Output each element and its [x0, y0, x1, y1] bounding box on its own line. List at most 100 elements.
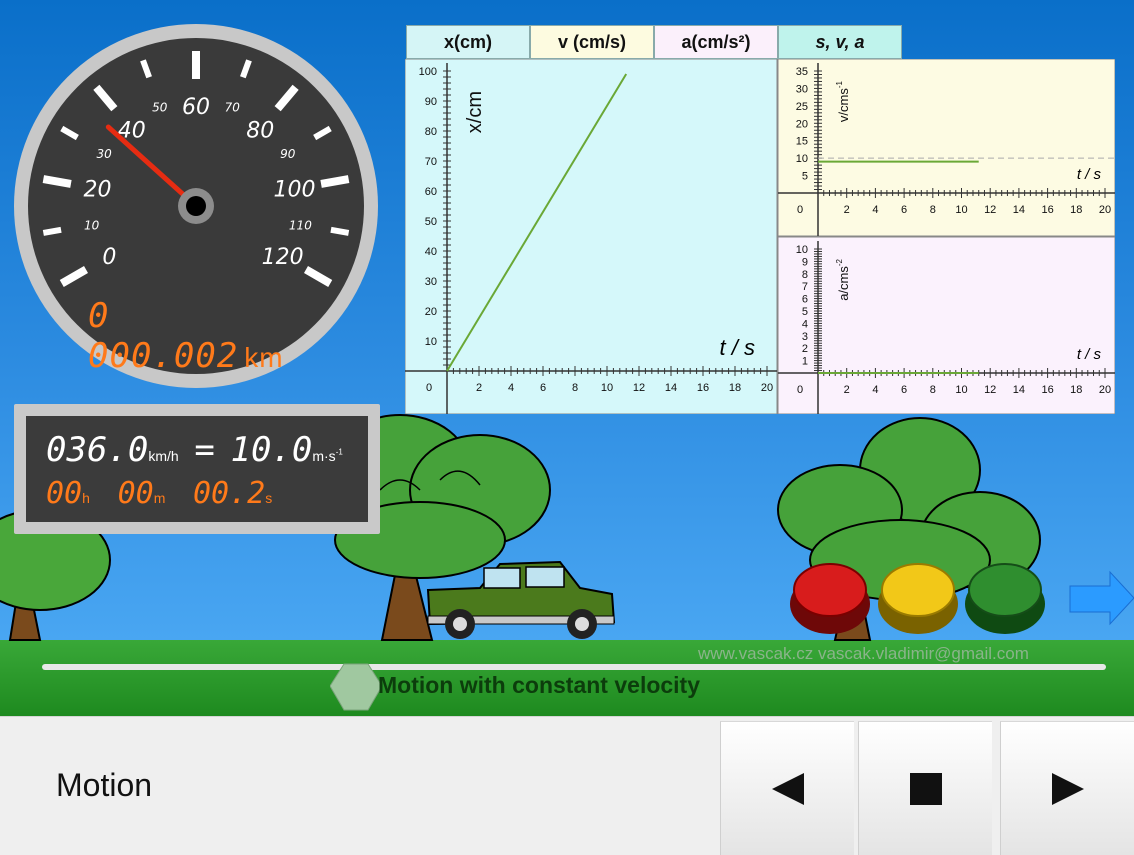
y-tick-label: 8: [802, 269, 808, 281]
speedo-tick: [320, 175, 350, 188]
y-tick-label: 10: [796, 153, 808, 165]
equals-sign: =: [194, 430, 215, 470]
green-button[interactable]: [965, 563, 1045, 634]
x-tick-label: 14: [665, 382, 677, 394]
speedo-major-label: 60: [182, 95, 210, 120]
x-tick-label: 8: [930, 204, 936, 216]
y-axis-label-exponent: -1: [835, 80, 844, 88]
watermark-text: www.vascak.cz vascak.vladimir@gmail.com: [698, 644, 1029, 663]
speedo-minor-label: 110: [289, 218, 312, 232]
y-tick-label: 30: [796, 83, 808, 95]
x-tick-label: 6: [540, 382, 546, 394]
graph-velocity: 2 4 6 8 10 12 14 16 18 2051015202530350t / sv/cms…: [777, 59, 1115, 237]
x-tick-label: 10: [955, 204, 967, 216]
tab-position[interactable]: x(cm): [406, 25, 530, 59]
speed-kmh-unit: km/h: [148, 448, 179, 464]
y-tick-label: 10: [796, 244, 808, 256]
y-tick-label: 100: [419, 66, 437, 78]
stop-button[interactable]: [858, 721, 992, 855]
tab-velocity[interactable]: v (cm/s): [530, 25, 654, 59]
speedo-major-label: 80: [246, 118, 274, 143]
speedo-tick: [42, 226, 62, 236]
x-axis-label: t / s: [1077, 166, 1102, 183]
x-tick-label: 10: [955, 384, 967, 396]
play-button[interactable]: [1000, 721, 1134, 855]
y-tick-label: 3: [802, 331, 808, 343]
x-tick-label: 12: [984, 204, 996, 216]
graphs-svg: 2 4 6 8 10 12 14 16 18 201020304050607080901000t …: [405, 59, 1115, 414]
odometer: 0 000.002 km: [88, 296, 318, 376]
minutes-value: 00: [117, 476, 154, 511]
tab-acceleration[interactable]: a(cm/s²): [654, 25, 778, 59]
tab-svs-all[interactable]: s, v, a: [778, 25, 902, 59]
x-tick-label: 16: [1041, 204, 1053, 216]
y-axis-label: x/cm: [464, 91, 486, 133]
x-tick-label: 16: [697, 382, 709, 394]
hours-value: 00: [46, 476, 83, 511]
seconds-unit: s: [265, 490, 273, 506]
speedo-major-label: 120: [262, 245, 304, 270]
yellow-button[interactable]: [878, 563, 958, 634]
x-tick-label: 12: [984, 384, 996, 396]
y-tick-label: 25: [796, 101, 808, 113]
y-tick-label: 10: [425, 336, 437, 348]
odometer-value: 0 000.002: [88, 296, 239, 376]
speedo-minor-label: 70: [225, 100, 241, 114]
x-tick-label: 16: [1041, 384, 1053, 396]
speed-ms-value: 10.0: [230, 430, 313, 470]
y-tick-label: 40: [425, 246, 437, 258]
graph-acceleration: 2 4 6 8 10 12 14 16 18 20123456789100t / sa/cms-2: [777, 236, 1115, 414]
speedo-minor-label: 90: [280, 147, 296, 161]
x-tick-label: 2: [844, 384, 850, 396]
triangle-left-icon: [772, 773, 804, 805]
origin-label: 0: [797, 384, 803, 396]
hours-unit: h: [82, 490, 90, 506]
arrow-right-icon[interactable]: [1069, 570, 1134, 626]
x-tick-label: 12: [633, 382, 645, 394]
x-tick-label: 8: [572, 382, 578, 394]
previous-button[interactable]: [720, 721, 854, 855]
x-tick-label: 20: [1099, 384, 1111, 396]
y-tick-label: 5: [802, 171, 808, 183]
slider-track[interactable]: [42, 664, 1106, 670]
speed-kmh-value: 036.0: [46, 430, 149, 470]
speedo-minor-label: 10: [84, 218, 100, 232]
x-tick-label: 2: [476, 382, 482, 394]
motion-mode-label: Motion with constant velocity: [378, 672, 701, 698]
x-tick-label: 4: [508, 382, 514, 394]
odometer-unit: km: [244, 342, 284, 373]
bottom-title: Motion: [56, 767, 153, 803]
x-axis-label: t / s: [1077, 346, 1102, 363]
square-stop-icon: [910, 773, 942, 805]
x-tick-label: 18: [729, 382, 741, 394]
speed-ms-unit: m·s: [312, 448, 336, 464]
x-tick-label: 10: [601, 382, 613, 394]
speedo-major-label: 100: [273, 178, 315, 203]
x-tick-label: 4: [872, 384, 878, 396]
y-axis-label-exponent: -2: [835, 258, 844, 266]
x-tick-label: 6: [901, 204, 907, 216]
y-tick-label: 2: [802, 343, 808, 355]
x-tick-label: 14: [1013, 384, 1025, 396]
y-tick-label: 9: [802, 256, 808, 268]
bottom-bar: Motion: [0, 716, 1134, 855]
speedo-tick: [330, 226, 350, 236]
x-tick-label: 18: [1070, 384, 1082, 396]
y-tick-label: 1: [802, 356, 808, 368]
triangle-right-icon: [1052, 773, 1084, 805]
x-tick-label: 20: [761, 382, 773, 394]
slider-handle[interactable]: [330, 660, 382, 714]
y-tick-label: 70: [425, 156, 437, 168]
digital-readout: 036.0km/h = 10.0m·s-1 00h 00m 00.2s: [14, 404, 380, 534]
y-tick-label: 7: [802, 281, 808, 293]
y-tick-label: 15: [796, 136, 808, 148]
origin-label: 0: [426, 382, 432, 394]
x-axis-label: t / s: [720, 335, 755, 360]
red-button[interactable]: [790, 563, 870, 634]
y-tick-label: 60: [425, 186, 437, 198]
speedo-minor-label: 30: [97, 147, 113, 161]
speed-ms-unit-exp: -1: [335, 447, 343, 457]
y-tick-label: 4: [802, 318, 808, 330]
minutes-unit: m: [153, 490, 166, 506]
y-tick-label: 30: [425, 276, 437, 288]
